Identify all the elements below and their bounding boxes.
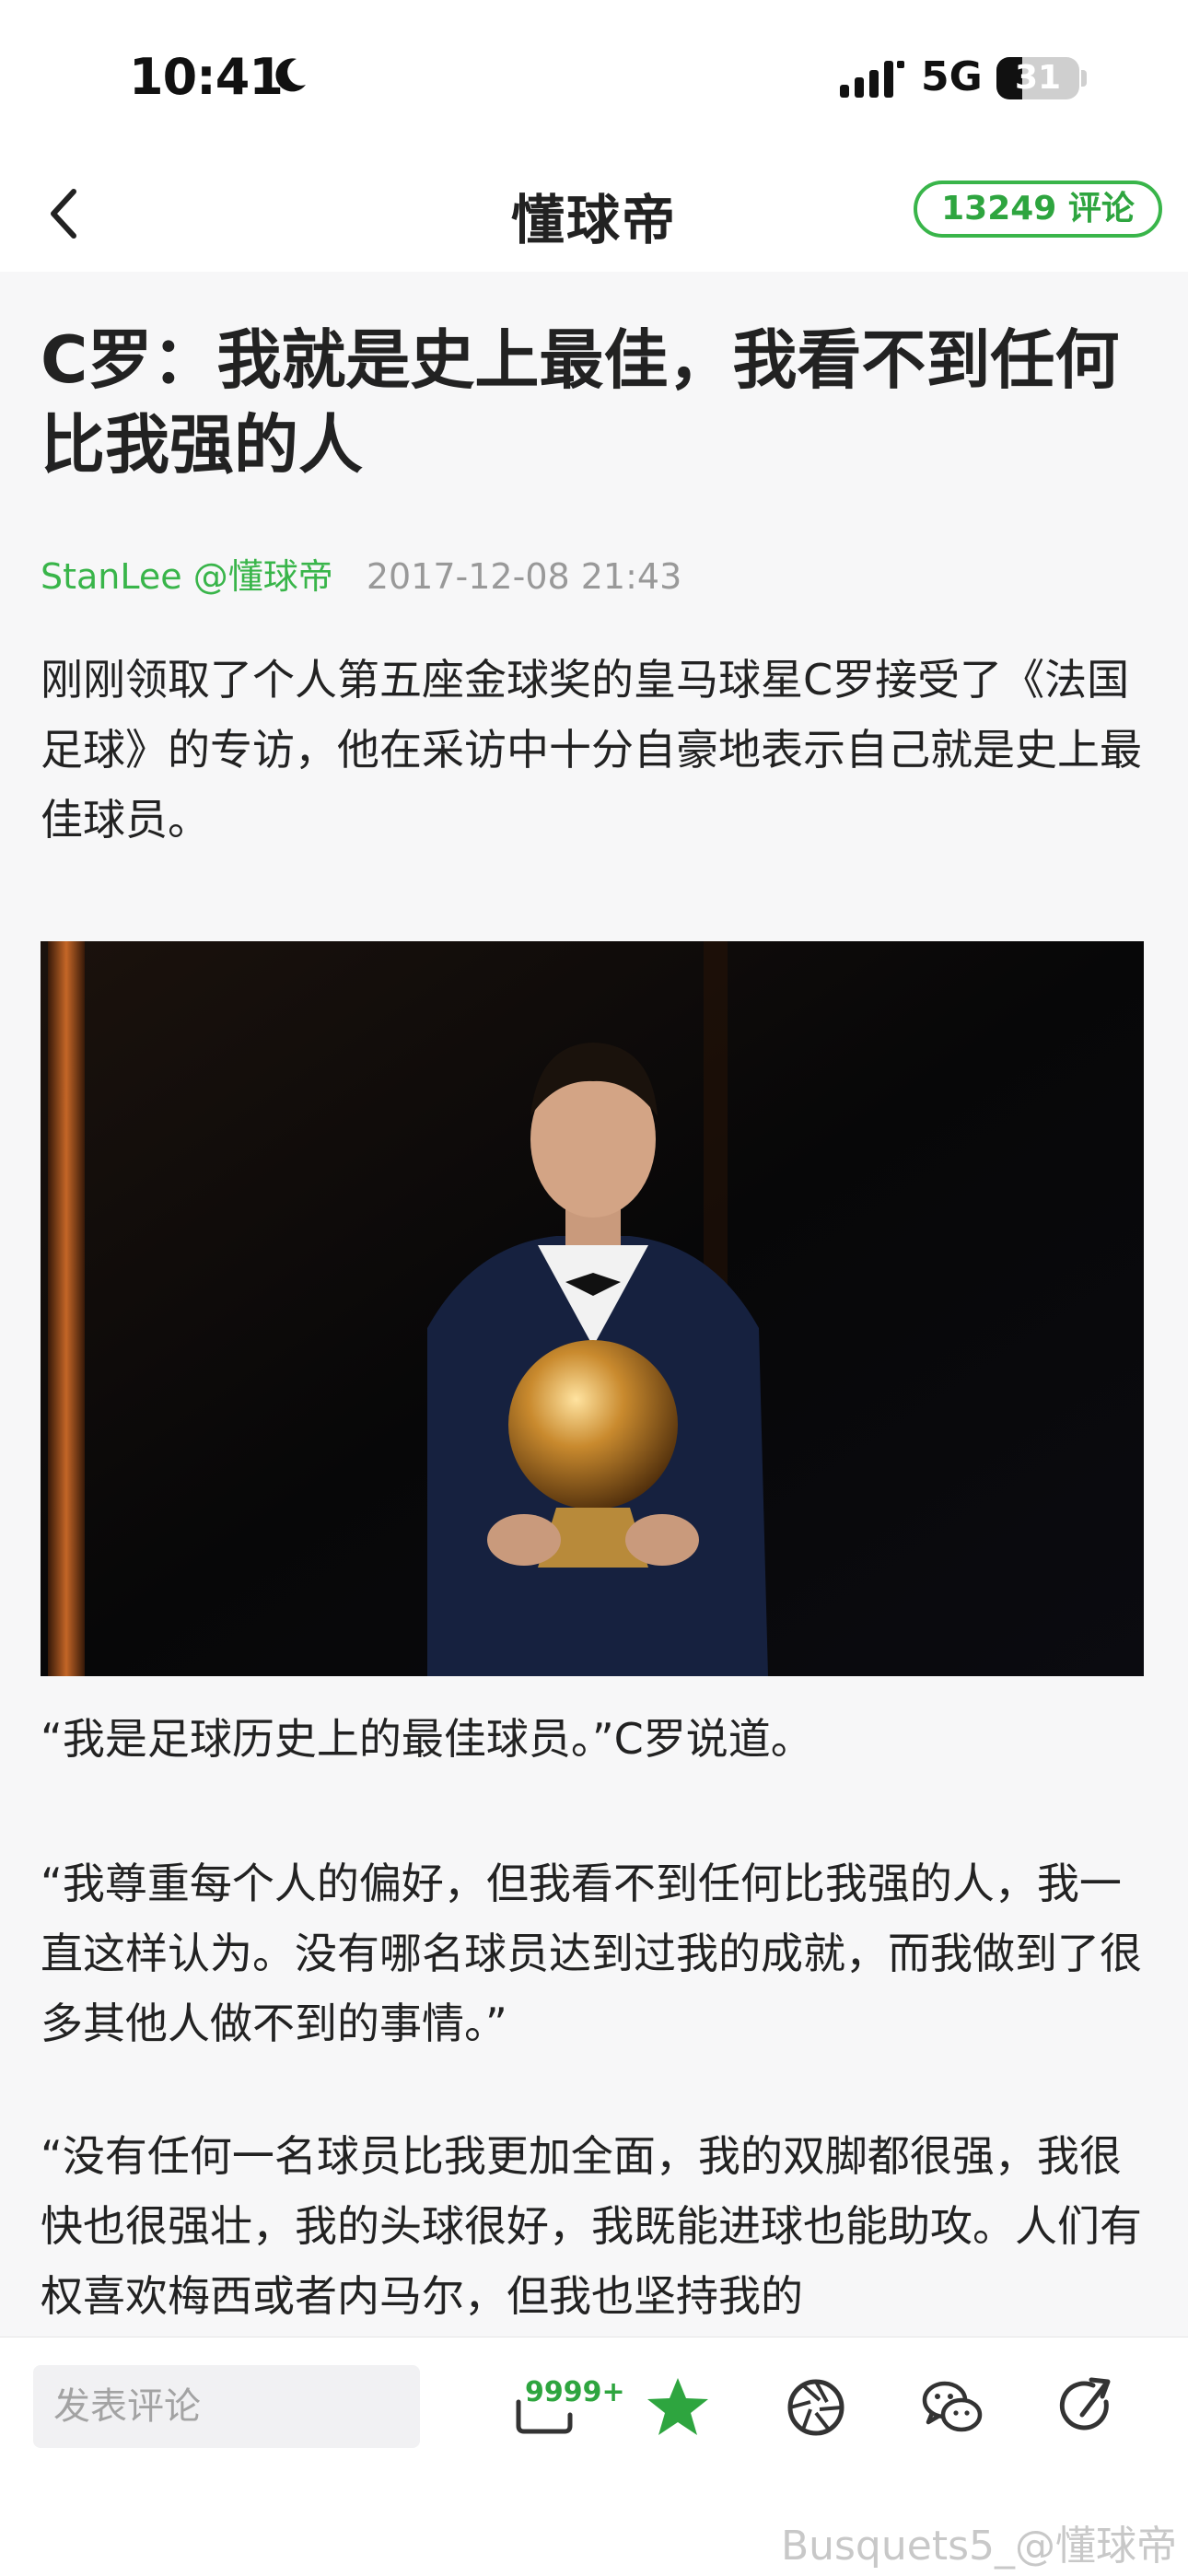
wechat-icon <box>922 2381 983 2432</box>
article-paragraph: “我尊重每个人的偏好，但我看不到任何比我强的人，我一直这样认为。没有哪名球员达到… <box>41 1859 1142 2048</box>
player-with-trophy-image <box>41 941 1144 1676</box>
article-paragraph: “我是足球历史上的最佳球员。”C罗说道。 <box>41 1714 813 1764</box>
article-photo[interactable] <box>41 941 1144 1676</box>
moon-icon <box>275 58 306 92</box>
share-icon <box>1059 2377 1111 2430</box>
comment-count-badge: 9999+ <box>525 2376 625 2408</box>
aperture-icon <box>787 2379 844 2436</box>
wechat-share-button[interactable] <box>919 2374 985 2441</box>
battery-icon: 31 <box>996 57 1079 99</box>
share-button[interactable] <box>1054 2374 1121 2441</box>
battery-level: 31 <box>1014 59 1062 97</box>
star-icon <box>647 2378 708 2435</box>
article-meta: StanLee @懂球帝 2017-12-08 21:43 <box>41 548 681 599</box>
battery-tip <box>1081 70 1087 87</box>
comment-input[interactable]: 发表评论 <box>33 2365 420 2448</box>
favorite-button[interactable] <box>645 2374 711 2441</box>
comment-count-button[interactable]: 13249 评论 <box>914 181 1162 238</box>
article-title: C罗：我就是史上最佳，我看不到任何比我强的人 <box>41 322 1120 483</box>
article-paragraph: 刚刚领取了个人第五座金球奖的皇马球星C罗接受了《法国足球》的专访，他在采访中十分… <box>41 655 1142 845</box>
aperture-button[interactable] <box>783 2374 849 2441</box>
status-bar: 10:41 5G 31 <box>0 0 1188 157</box>
article-paragraph: “没有任何一名球员比我更加全面，我的双脚都很强，我很快也很强壮，我的头球很好，我… <box>41 2131 1142 2321</box>
article: C罗：我就是史上最佳，我看不到任何比我强的人 StanLee @懂球帝 2017… <box>0 272 1188 2337</box>
article-date: 2017-12-08 21:43 <box>366 556 682 597</box>
nav-bar: 懂球帝 13249 评论 <box>0 157 1188 272</box>
network-type: 5G <box>921 53 983 100</box>
article-author[interactable]: StanLee @懂球帝 <box>41 556 333 597</box>
signal-icon <box>840 61 904 98</box>
status-time: 10:41 <box>129 48 284 106</box>
watermark: Busquets5_@懂球帝 <box>780 2523 1177 2570</box>
bottom-bar: 发表评论 9999+ Busquets5_@懂球帝 <box>0 2337 1188 2576</box>
